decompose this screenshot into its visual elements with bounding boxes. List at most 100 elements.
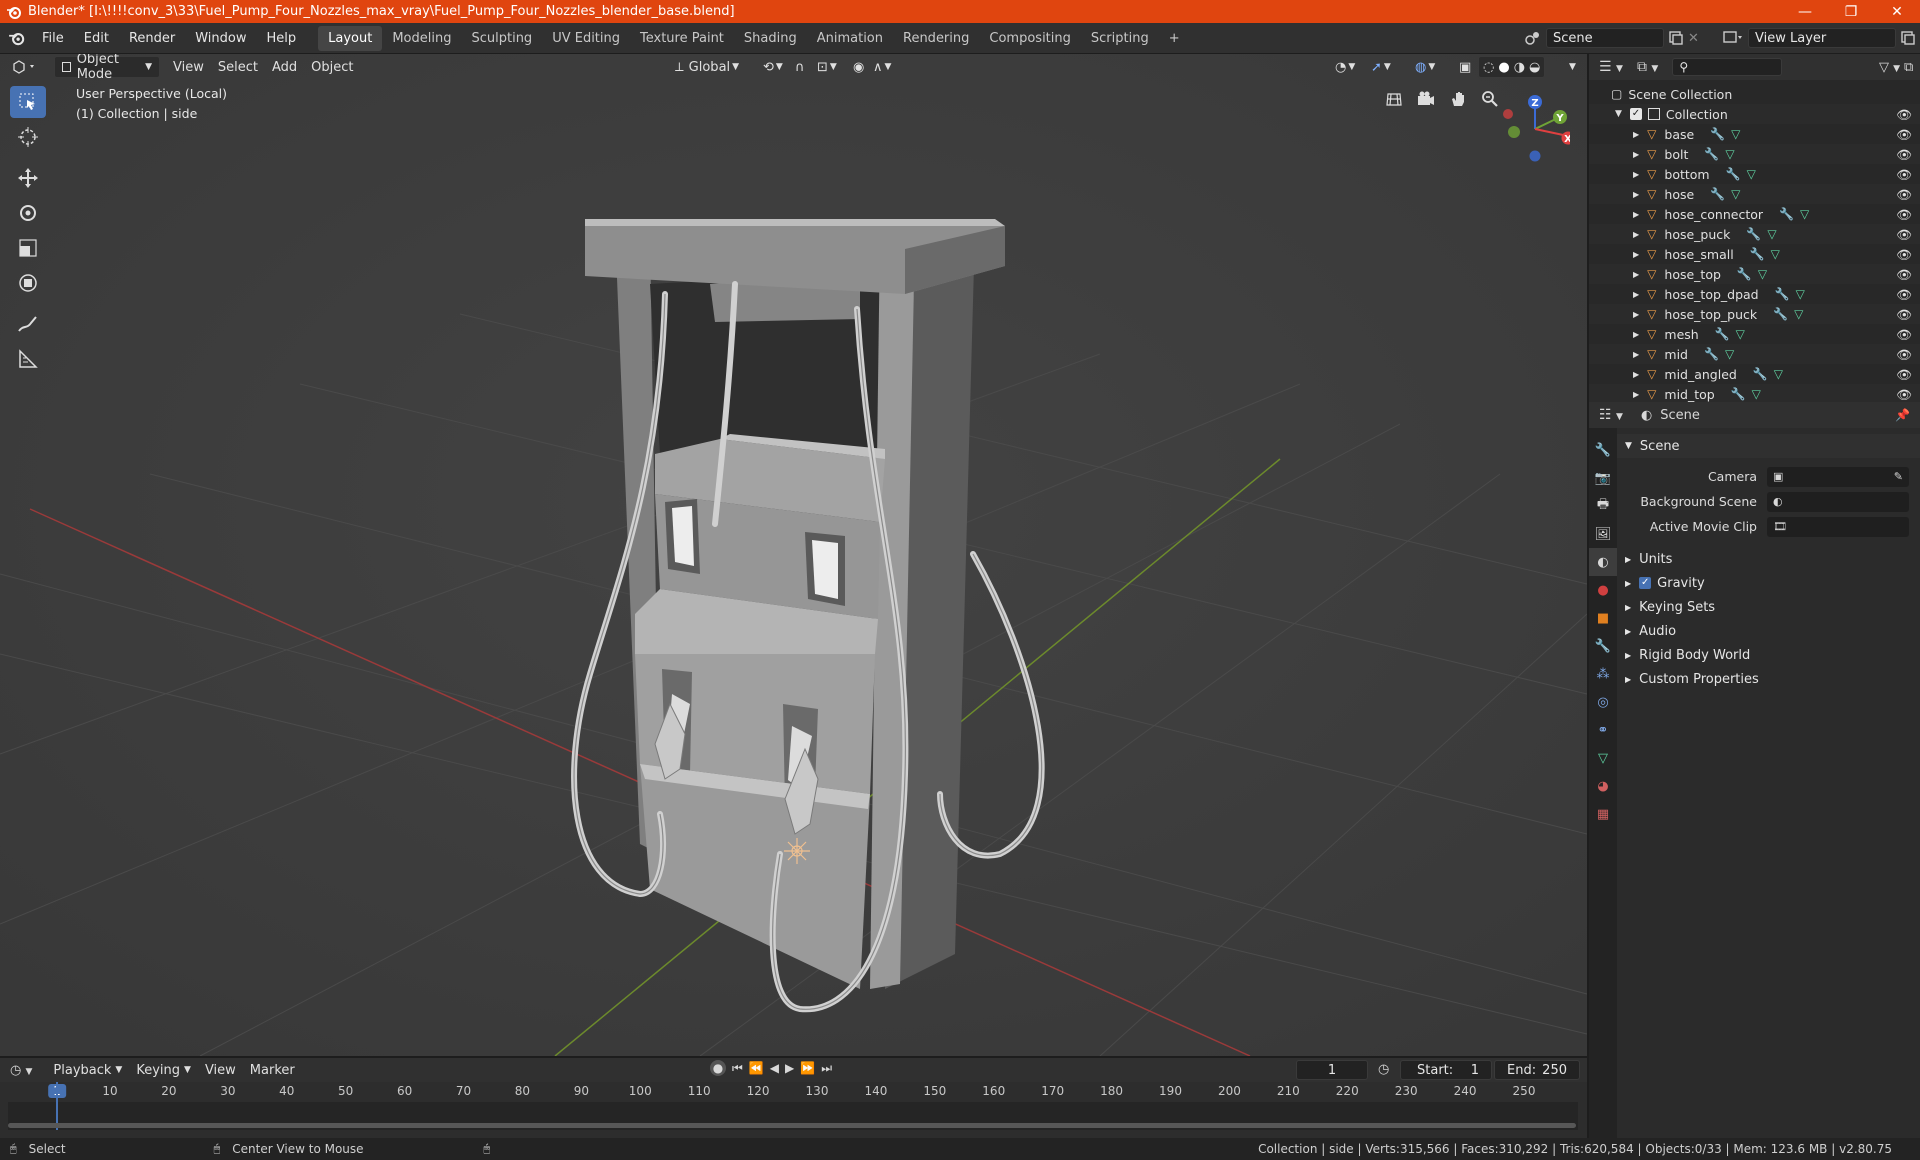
scene-selector-icon[interactable] (1524, 29, 1542, 47)
overlay-toggle-icon[interactable]: ◍ ▼ (1408, 56, 1442, 78)
outliner-row-hose-top-puck[interactable]: ▶ ▽ hose_top_puck 🔧 ▽ 👁 (1589, 304, 1920, 324)
outliner-row-bolt[interactable]: ▶ ▽ bolt 🔧 ▽ 👁 (1589, 144, 1920, 164)
eye-icon[interactable]: 👁 (1896, 307, 1912, 323)
constraints-tab-icon[interactable]: ⚭ (1589, 716, 1617, 744)
timeline-scrollbar[interactable] (8, 1123, 1576, 1128)
eye-icon[interactable]: 👁 (1896, 387, 1912, 403)
xray-toggle-icon[interactable]: ▣ (1452, 56, 1478, 78)
outliner-search-input[interactable]: ⚲ (1672, 58, 1783, 76)
outliner-row-hose-small[interactable]: ▶ ▽ hose_small 🔧 ▽ 👁 (1589, 244, 1920, 264)
mesh-data-icon[interactable]: ▽ (1731, 187, 1740, 201)
tab-shading[interactable]: Shading (734, 26, 807, 51)
view-layer-icon[interactable] (1722, 29, 1744, 47)
rotate-tool[interactable] (10, 197, 46, 229)
disclosure-triangle-right-icon[interactable]: ▶ (1633, 310, 1639, 319)
outliner-row-hose-top-dpad[interactable]: ▶ ▽ hose_top_dpad 🔧 ▽ 👁 (1589, 284, 1920, 304)
outliner-row-bottom[interactable]: ▶ ▽ bottom 🔧 ▽ 👁 (1589, 164, 1920, 184)
auto-keying-icon[interactable]: ● (710, 1060, 726, 1076)
mesh-data-icon[interactable]: ▽ (1758, 267, 1767, 281)
outliner-row-hose-puck[interactable]: ▶ ▽ hose_puck 🔧 ▽ 👁 (1589, 224, 1920, 244)
mesh-data-icon[interactable]: ▽ (1794, 307, 1803, 321)
modifier-icon[interactable]: 🔧 (1737, 267, 1752, 281)
keying-menu[interactable]: Keying ▼ (129, 1059, 198, 1081)
texture-tab-icon[interactable]: ▦ (1589, 800, 1617, 828)
menu-select[interactable]: Select (211, 56, 265, 78)
disclosure-triangle-right-icon[interactable]: ▶ (1633, 210, 1639, 219)
mesh-data-icon[interactable]: ▽ (1736, 327, 1745, 341)
mesh-data-icon[interactable]: ▽ (1796, 287, 1805, 301)
menu-object[interactable]: Object (304, 56, 360, 78)
tab-compositing[interactable]: Compositing (979, 26, 1081, 51)
modifier-icon[interactable]: 🔧 (1753, 367, 1768, 381)
modifier-icon[interactable]: 🔧 (1704, 347, 1719, 361)
tab-animation[interactable]: Animation (807, 26, 893, 51)
outliner-row-hose[interactable]: ▶ ▽ hose 🔧 ▽ 👁 (1589, 184, 1920, 204)
disclosure-triangle-right-icon[interactable]: ▶ (1633, 170, 1639, 179)
tab-scripting[interactable]: Scripting (1081, 26, 1159, 51)
annotate-tool[interactable] (10, 308, 46, 340)
tab-rendering[interactable]: Rendering (893, 26, 979, 51)
tab-layout[interactable]: Layout (318, 25, 383, 51)
disclosure-triangle-right-icon[interactable]: ▶ (1633, 390, 1639, 399)
pan-view-icon[interactable] (1446, 87, 1470, 111)
solid-shading-icon[interactable]: ● (1498, 60, 1509, 75)
zoom-view-icon[interactable] (1478, 87, 1502, 111)
close-button[interactable]: ✕ (1874, 0, 1920, 23)
view-layer-tab-icon[interactable]: 🖼 (1589, 520, 1617, 548)
transform-orientation-select[interactable]: ⟂ Global ▼ (668, 56, 746, 78)
modifier-icon[interactable]: 🔧 (1731, 387, 1746, 401)
menu-render[interactable]: Render (119, 31, 185, 46)
menu-edit[interactable]: Edit (74, 31, 119, 46)
modifier-icon[interactable]: 🔧 (1779, 207, 1794, 221)
disclosure-triangle-right-icon[interactable]: ▶ (1633, 190, 1639, 199)
object-mode-select[interactable]: Object Mode ▼ (54, 54, 160, 82)
jump-end-icon[interactable]: ⏭ (821, 1061, 832, 1076)
outliner-row-mid-angled[interactable]: ▶ ▽ mid_angled 🔧 ▽ 👁 (1589, 364, 1920, 384)
disclosure-triangle-right-icon[interactable]: ▶ (1633, 250, 1639, 259)
start-frame-field[interactable]: Start: 1 (1400, 1060, 1492, 1080)
playback-menu[interactable]: Playback ▼ (46, 1059, 129, 1081)
properties-editor-type-icon[interactable]: ☷ ▼ (1599, 407, 1623, 423)
toggle-grid-view-icon[interactable] (1382, 87, 1406, 111)
play-icon[interactable]: ▶ (785, 1061, 794, 1075)
cursor-tool[interactable] (10, 121, 46, 153)
wireframe-shading-icon[interactable]: ◌ (1483, 60, 1494, 75)
play-reverse-icon[interactable]: ◀ (770, 1061, 779, 1075)
visibility-icon[interactable]: ◔ ▼ (1328, 56, 1362, 78)
eye-icon[interactable]: 👁 (1896, 207, 1912, 223)
material-shading-icon[interactable]: ◑ (1514, 60, 1525, 75)
subpanel-units[interactable]: ▶ Units (1617, 547, 1920, 571)
modifier-icon[interactable]: 🔧 (1704, 147, 1719, 161)
active-movie-clip-field[interactable]: 🎞 (1767, 516, 1909, 537)
tab-sculpting[interactable]: Sculpting (461, 26, 542, 51)
subpanel-gravity[interactable]: ▶ ✓ Gravity (1617, 571, 1920, 595)
measure-tool[interactable] (10, 343, 46, 375)
mesh-data-icon[interactable]: ▽ (1725, 147, 1734, 161)
pin-icon[interactable]: 📌 (1895, 408, 1910, 422)
transform-tool[interactable] (10, 267, 46, 299)
menu-file[interactable]: File (32, 31, 74, 46)
data-tab-icon[interactable]: ▽ (1589, 744, 1617, 772)
axis-gizmo[interactable]: Z Y X (1500, 84, 1570, 164)
move-tool[interactable] (10, 162, 46, 194)
mesh-data-icon[interactable]: ▽ (1752, 387, 1761, 401)
scene-tab-icon[interactable]: ◐ (1589, 548, 1617, 576)
mesh-data-icon[interactable]: ▽ (1771, 247, 1780, 261)
modifier-icon[interactable]: 🔧 (1773, 307, 1788, 321)
jump-start-icon[interactable]: ⏮ (732, 1061, 743, 1076)
outliner-row-mid[interactable]: ▶ ▽ mid 🔧 ▽ 👁 (1589, 344, 1920, 364)
menu-add[interactable]: Add (265, 56, 304, 78)
eye-icon[interactable]: 👁 (1896, 127, 1912, 143)
mesh-data-icon[interactable]: ▽ (1774, 367, 1783, 381)
gizmo-toggle-icon[interactable]: ➚ ▼ (1364, 56, 1398, 78)
frame-ruler[interactable]: 1102030405060708090100110120130140150160… (0, 1082, 1587, 1102)
mesh-data-icon[interactable]: ▽ (1747, 167, 1756, 181)
eye-icon[interactable]: 👁 (1896, 167, 1912, 183)
editor-type-icon[interactable] (6, 56, 46, 78)
eye-icon[interactable]: 👁 (1896, 327, 1912, 343)
eye-icon[interactable]: 👁 (1896, 247, 1912, 263)
mesh-data-icon[interactable]: ▽ (1725, 347, 1734, 361)
eye-icon[interactable]: 👁 (1896, 187, 1912, 203)
object-tab-icon[interactable]: ■ (1589, 604, 1617, 632)
pivot-point-icon[interactable]: ⟲ ▼ (756, 56, 790, 78)
